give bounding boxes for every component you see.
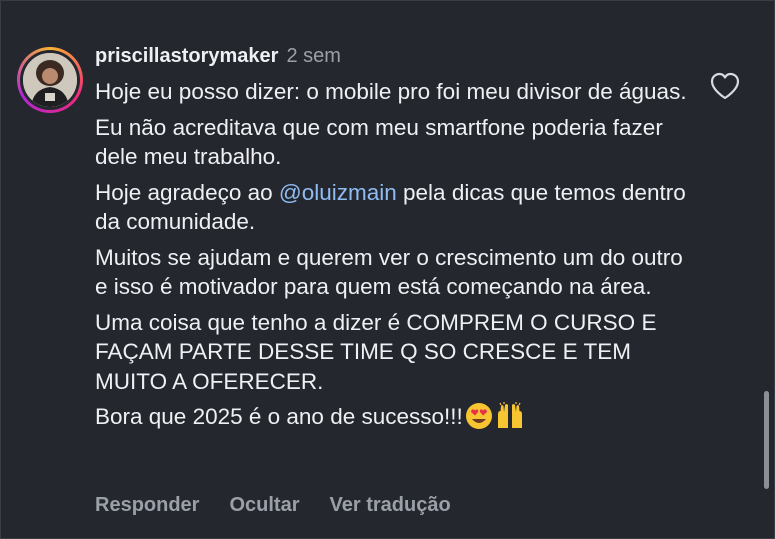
avatar-photo: [23, 53, 77, 107]
avatar[interactable]: [17, 47, 83, 113]
scrollbar[interactable]: [764, 391, 769, 489]
comment-paragraph-1: Hoje eu posso dizer: o mobile pro foi me…: [95, 79, 687, 104]
comment-actions: Responder Ocultar Ver tradução: [95, 494, 451, 517]
comment-text: Hoje agradeço ao: [95, 179, 279, 205]
translate-button[interactable]: Ver tradução: [330, 494, 451, 517]
comment-paragraph-6: Bora que 2025 é o ano de sucesso!!!: [95, 402, 695, 438]
hide-button[interactable]: Ocultar: [229, 494, 299, 517]
heart-eyes-emoji: [465, 402, 493, 438]
username[interactable]: priscillastorymaker: [95, 45, 278, 68]
comment-body: priscillastorymaker 2 sem Hoje eu posso …: [95, 45, 695, 444]
comment-header: priscillastorymaker 2 sem: [95, 45, 695, 73]
like-heart-icon[interactable]: [709, 71, 741, 101]
comment-paragraph-2: Eu não acreditava que com meu smartfone …: [95, 114, 663, 170]
comment-text: Bora que 2025 é o ano de sucesso!!!: [95, 404, 463, 429]
reply-button[interactable]: Responder: [95, 494, 199, 517]
mention-link[interactable]: @oluizmain: [279, 180, 397, 205]
comment-paragraph-4: Muitos se ajudam e querem ver o crescime…: [95, 244, 683, 300]
timestamp: 2 sem: [286, 45, 341, 67]
comment-paragraph-5: Uma coisa que tenho a dizer é COMPREM O …: [95, 309, 657, 394]
comment-panel: priscillastorymaker 2 sem Hoje eu posso …: [0, 0, 775, 539]
comment-paragraph-3: Hoje agradeço ao @oluizmain pela dicas q…: [95, 178, 695, 237]
raising-hands-emoji: [495, 402, 525, 438]
